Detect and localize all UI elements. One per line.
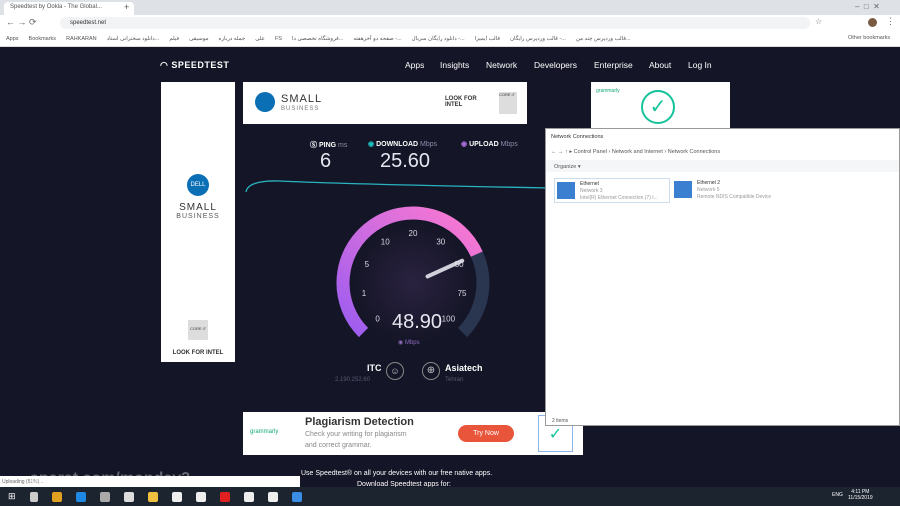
edge-icon[interactable] (75, 491, 86, 502)
user-icon: ☺ (386, 362, 404, 380)
gauge-tick-label: 20 (409, 229, 418, 238)
network-window-icon[interactable] (291, 491, 302, 502)
adapter-name: Ethernet 2 (697, 180, 721, 186)
clock[interactable]: 4:11 PM 11/15/2019 (848, 489, 873, 501)
adapter-network: Network 5 (697, 187, 720, 193)
isp-name: ITC (367, 363, 382, 373)
apps-text: Use Speedtest® on all your devices with … (301, 470, 493, 477)
search-icon[interactable] (29, 491, 38, 502)
language[interactable]: ENG (832, 492, 843, 498)
settings-icon[interactable] (267, 491, 278, 502)
breadcrumb[interactable]: ← → ↑ ▸ Control Panel › Network and Inte… (551, 149, 720, 155)
network-adapter-item[interactable]: Ethernet Network 3 Intel(R) Ethernet Conne… (554, 178, 670, 203)
gauge-tick-label: 30 (436, 237, 445, 246)
adapter-device: Remote NDIS Compatible Device (697, 194, 772, 200)
explorer-icon[interactable] (147, 491, 158, 502)
item-count: 2 items (552, 418, 569, 424)
network-adapter-item[interactable]: Ethernet 2 Network 5 Remote NDIS Compatibl… (672, 178, 788, 203)
adapter-network: Network 3 (580, 188, 603, 194)
app-icon[interactable] (123, 491, 134, 502)
watermark: aparat.com/monday2 (30, 470, 191, 487)
mail-icon[interactable] (195, 491, 206, 502)
gauge-unit: ◉ Mbps (398, 340, 420, 346)
gauge-speed-value: 48.90 (392, 311, 443, 333)
grammarly-plagiarism-ad[interactable]: grammarly Plagiarism Detection Check you… (243, 412, 583, 455)
gauge-tick-label: 5 (365, 260, 370, 269)
network-adapter-icon (674, 181, 692, 198)
app-icon[interactable] (99, 491, 110, 502)
server-name[interactable]: Asiatech (445, 363, 483, 373)
ad-title: Plagiarism Detection (305, 416, 414, 428)
gauge-tick-label: 10 (381, 237, 390, 246)
try-now-button[interactable]: Try Now (458, 425, 514, 442)
isp-ip: 2.190.252.60 (335, 377, 371, 383)
window-title: Network Connections (551, 134, 604, 140)
chrome-icon[interactable] (51, 491, 62, 502)
ad-text: Check your writing for plagiarism (305, 431, 407, 438)
start-icon[interactable]: ⊞ (8, 491, 16, 502)
adapter-name: Ethernet (580, 181, 599, 187)
taskbar: ⊞ ENG 4:11 PM 11/15/2019 (0, 487, 900, 506)
network-adapter-icon (557, 182, 575, 199)
ad-text: and correct grammar. (305, 442, 372, 449)
gauge-tick-label: 100 (442, 314, 456, 323)
gauge-tick-label: 0 (375, 314, 380, 323)
gauge-tick-label: 1 (362, 289, 367, 298)
opera-icon[interactable] (219, 491, 230, 502)
gauge-tick-label: 75 (458, 289, 467, 298)
network-connections-window: Network Connections ← → ↑ ▸ Control Pane… (545, 128, 900, 426)
command-bar (546, 160, 899, 172)
globe-icon[interactable]: ⊕ (422, 362, 440, 380)
app-icon[interactable] (171, 491, 182, 502)
organize-button[interactable]: Organize ▾ (554, 164, 581, 170)
app-icon[interactable] (243, 491, 254, 502)
adapter-device: Intel(R) Ethernet Connection (7) I... (580, 195, 658, 201)
grammarly-logo: grammarly (250, 429, 279, 435)
server-city: Tehran (445, 377, 464, 383)
